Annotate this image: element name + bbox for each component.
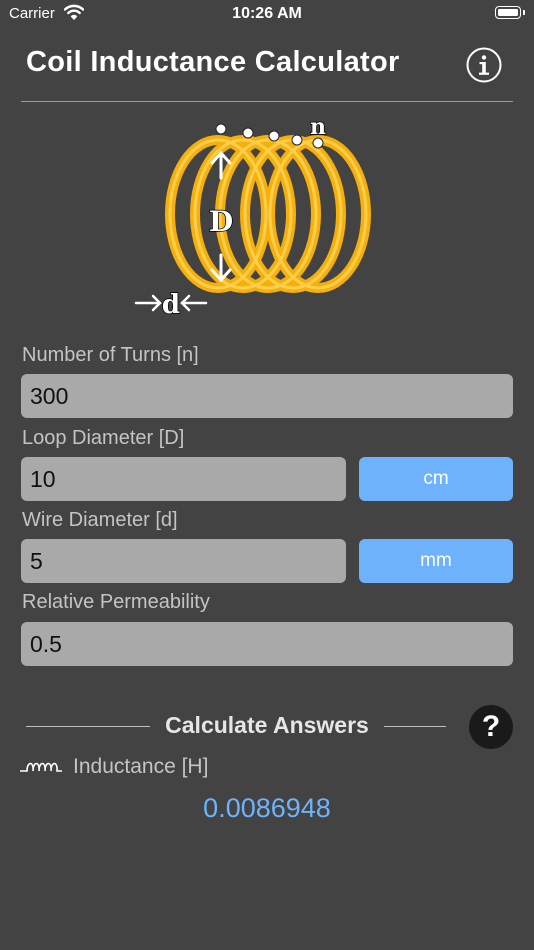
help-icon[interactable]: ? bbox=[469, 705, 513, 749]
inductor-icon bbox=[20, 762, 62, 772]
permeability-label: Relative Permeability bbox=[22, 591, 210, 613]
loop-diameter-input[interactable]: 10 bbox=[21, 457, 346, 501]
turns-input[interactable]: 300 bbox=[21, 374, 513, 418]
permeability-input[interactable]: 0.5 bbox=[21, 622, 513, 666]
inductance-label: Inductance [H] bbox=[73, 755, 209, 778]
wire-diameter-label: d bbox=[162, 290, 180, 320]
turns-label: Number of Turns [n] bbox=[22, 344, 199, 366]
coil-diagram: n D d bbox=[134, 113, 371, 322]
loop-diameter-unit-button[interactable]: cm bbox=[359, 457, 513, 501]
wire-diameter-input[interactable]: 5 bbox=[21, 539, 346, 583]
status-bar: Carrier 10:26 AM bbox=[0, 0, 534, 30]
calc-divider-right bbox=[384, 726, 446, 727]
battery-nub bbox=[523, 10, 525, 15]
turns-label: n bbox=[310, 114, 326, 140]
inductance-value: 0.0086948 bbox=[203, 793, 331, 823]
wire-diameter-label: Wire Diameter [d] bbox=[22, 509, 178, 531]
header-divider bbox=[21, 101, 513, 102]
calc-divider-left bbox=[26, 726, 150, 727]
info-icon[interactable] bbox=[466, 47, 502, 83]
wire-diameter-unit-button[interactable]: mm bbox=[359, 539, 513, 583]
status-time: 10:26 AM bbox=[232, 5, 302, 22]
loop-diameter-label: Loop Diameter [D] bbox=[22, 427, 185, 449]
page-title: Coil Inductance Calculator bbox=[26, 46, 400, 78]
battery-icon bbox=[495, 6, 521, 19]
calculate-answers-label[interactable]: Calculate Answers bbox=[150, 712, 384, 739]
loop-diameter-label: D bbox=[209, 205, 233, 238]
